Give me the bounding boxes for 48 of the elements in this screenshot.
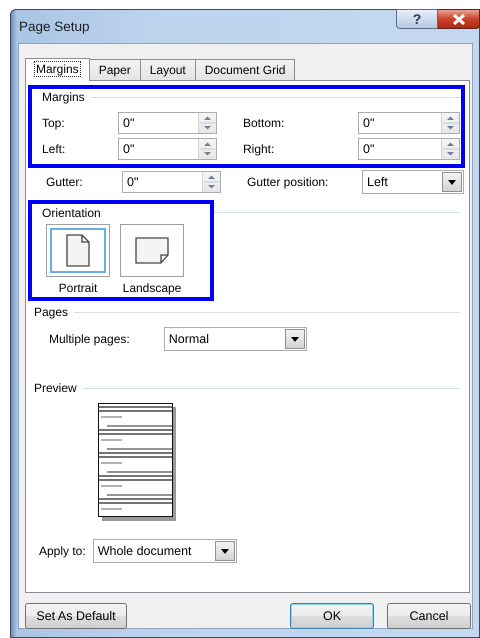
spin-button[interactable] <box>441 113 459 133</box>
close-icon <box>452 14 466 24</box>
dialog-button[interactable]: Set As Default <box>25 603 127 629</box>
tab[interactable]: Margins <box>25 58 90 81</box>
spin-button[interactable] <box>198 113 216 133</box>
field-label: Top: <box>42 116 66 130</box>
field-label: Right: <box>243 142 276 156</box>
caret-icon <box>290 336 299 342</box>
option-label: Portrait <box>58 281 98 295</box>
orientation-button[interactable] <box>46 224 110 277</box>
tab[interactable]: Layout <box>140 59 196 80</box>
caret-icon <box>448 180 456 184</box>
landscape-page-icon <box>135 237 169 264</box>
field-label: Gutter position: <box>247 175 330 189</box>
spin-field[interactable]: 0" <box>358 112 460 134</box>
dropdown-button[interactable] <box>214 541 235 561</box>
group-heading: Margins <box>42 90 85 104</box>
spin-button[interactable] <box>198 139 216 159</box>
spin-field[interactable]: 0" <box>358 138 460 160</box>
dialog-button[interactable]: OK <box>290 603 374 629</box>
field-label: Apply to: <box>39 544 86 558</box>
window-title: Page Setup <box>19 19 90 34</box>
field-label: Left: <box>42 142 66 156</box>
dialog-button[interactable]: Cancel <box>387 603 471 629</box>
group-heading: Orientation <box>42 206 101 220</box>
option-label: Landscape <box>122 281 182 295</box>
tab[interactable]: Document Grid <box>194 59 296 80</box>
field-label: Bottom: <box>243 116 286 130</box>
close-button[interactable] <box>438 9 480 29</box>
caret-icon <box>220 548 229 554</box>
group-heading: Pages <box>34 305 68 319</box>
spin-button[interactable] <box>202 172 220 192</box>
dropdown[interactable]: Left <box>362 170 464 194</box>
portrait-page-icon <box>66 234 90 267</box>
field-label: Multiple pages: <box>49 332 130 346</box>
dropdown[interactable]: Normal <box>164 327 307 351</box>
dropdown[interactable]: Whole document <box>92 539 237 563</box>
spin-button[interactable] <box>441 139 459 159</box>
group-heading: Preview <box>34 381 77 395</box>
help-button[interactable]: ? <box>396 9 438 29</box>
tab[interactable]: Paper <box>88 59 141 80</box>
field-label: Gutter: <box>46 175 84 189</box>
spin-field[interactable]: 0" <box>118 112 217 134</box>
spin-field[interactable]: 0" <box>122 171 221 193</box>
spin-field[interactable]: 0" <box>118 138 217 160</box>
dropdown-button[interactable] <box>284 329 305 349</box>
orientation-button[interactable] <box>120 224 184 277</box>
dropdown-button[interactable] <box>442 172 462 192</box>
